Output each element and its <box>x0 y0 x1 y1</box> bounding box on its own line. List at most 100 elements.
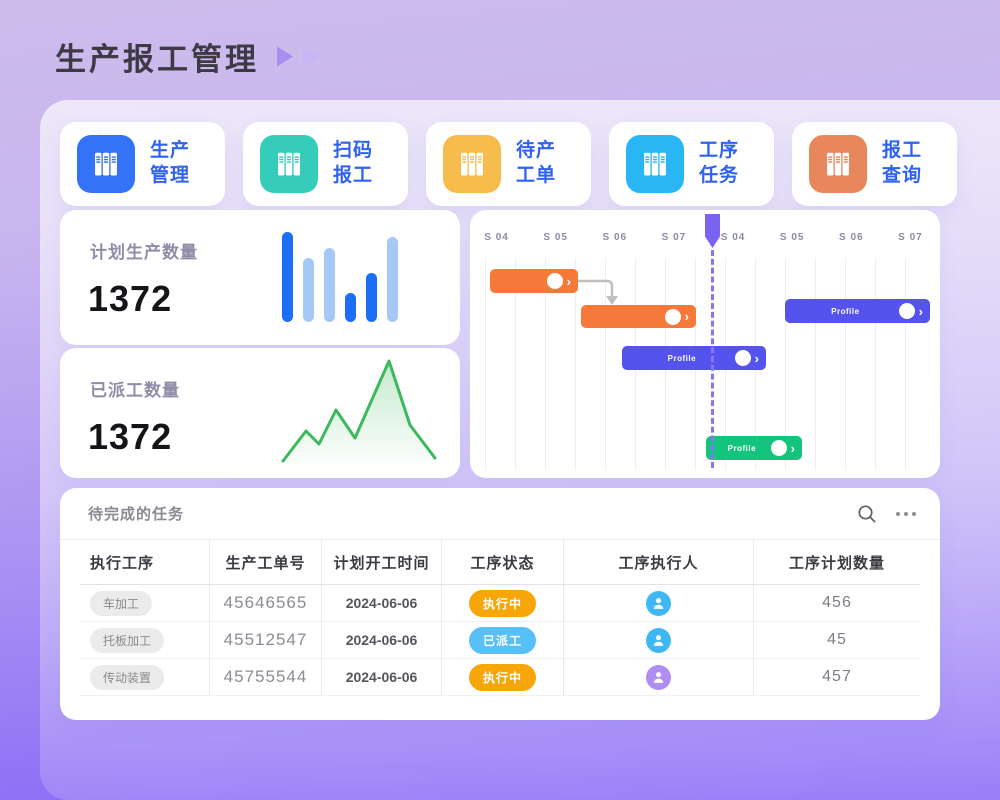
stat-title: 计划生产数量 <box>90 238 198 263</box>
process-badge: 传动装置 <box>90 665 164 690</box>
chevron-right-icon: › <box>685 310 689 323</box>
nav-icon-tile <box>626 135 684 193</box>
gantt-tick-label: S 05 <box>763 232 822 243</box>
nav-card-1[interactable]: 扫码报工 <box>243 122 408 206</box>
person-icon <box>646 628 671 653</box>
nav-label: 扫码报工 <box>333 139 373 188</box>
gantt-bar-label: Profile <box>629 354 735 363</box>
nav-label: 待产工单 <box>516 139 556 188</box>
gantt-tick-label: S 07 <box>881 232 940 243</box>
nav-card-0[interactable]: 生产管理 <box>60 122 225 206</box>
books-icon <box>90 148 122 180</box>
tasks-title: 待完成的任务 <box>88 503 184 524</box>
process-cell: 传动装置 <box>80 659 210 695</box>
status-badge: 已派工 <box>469 627 536 654</box>
dispatched-quantity-card: 已派工数量 1372 <box>60 348 460 478</box>
table-row[interactable]: 托板加工 45512547 2024-06-06 已派工 45 <box>80 622 920 659</box>
start-date-cell: 2024-06-06 <box>322 659 442 695</box>
stat-value: 1372 <box>88 278 172 320</box>
avatar-dot <box>771 440 787 456</box>
gantt-bar-label: Profile <box>792 307 899 316</box>
status-badge: 执行中 <box>469 590 536 617</box>
books-icon <box>639 148 671 180</box>
nav-card-3[interactable]: 工序任务 <box>609 122 774 206</box>
executor-cell <box>564 585 754 621</box>
gantt-timeline: S 04S 05S 06S 07S 04S 05S 06S 07 <box>467 232 940 243</box>
stat-value: 1372 <box>88 416 172 458</box>
avatar-dot <box>665 309 681 325</box>
column-header: 执行工序 <box>80 540 210 584</box>
person-icon <box>646 665 671 690</box>
stat-title: 已派工数量 <box>90 376 180 401</box>
mini-bar-chart <box>282 232 398 322</box>
bar <box>366 273 377 322</box>
tasks-actions <box>856 503 916 525</box>
table-row[interactable]: 传动装置 45755544 2024-06-06 执行中 457 <box>80 659 920 696</box>
nav-label: 工序任务 <box>699 139 739 188</box>
column-header: 工序状态 <box>442 540 564 584</box>
process-badge: 车加工 <box>90 591 152 616</box>
bar <box>282 232 293 322</box>
table-row[interactable]: 车加工 45646565 2024-06-06 执行中 456 <box>80 585 920 622</box>
nav-icon-tile <box>443 135 501 193</box>
status-cell: 执行中 <box>442 585 564 621</box>
bar <box>303 258 314 322</box>
nav-label: 生产管理 <box>150 139 190 188</box>
search-icon[interactable] <box>856 503 878 525</box>
chevron-right-icon: › <box>567 275 571 288</box>
avatar-dot <box>735 350 751 366</box>
column-header: 计划开工时间 <box>322 540 442 584</box>
ellipsis-icon[interactable] <box>896 512 916 516</box>
today-marker-line <box>711 250 714 468</box>
column-header: 工序计划数量 <box>754 540 920 584</box>
chevron-right-icon: › <box>919 305 923 318</box>
avatar-dot <box>899 303 915 319</box>
process-cell: 车加工 <box>80 585 210 621</box>
status-badge: 执行中 <box>469 664 536 691</box>
production-report-dashboard: 生产报工管理 生产管理 扫码报工 待产工单 工序任务 报工查询 计划生产数量 1… <box>0 0 1000 800</box>
main-panel: 生产管理 扫码报工 待产工单 工序任务 报工查询 计划生产数量 1372 已派工… <box>40 100 1000 800</box>
books-icon <box>273 148 305 180</box>
chevron-right-icon: › <box>791 442 795 455</box>
nav-card-4[interactable]: 报工查询 <box>792 122 957 206</box>
gantt-bar-3[interactable]: Profile › <box>622 346 766 370</box>
planned-qty-cell: 457 <box>754 659 920 695</box>
play-arrow-icon <box>303 47 319 67</box>
table-header-row: 执行工序生产工单号计划开工时间工序状态工序执行人工序计划数量 <box>80 540 920 585</box>
planned-qty-cell: 456 <box>754 585 920 621</box>
gantt-bar-2[interactable]: Profile › <box>785 299 930 323</box>
avatar-dot <box>547 273 563 289</box>
bar <box>324 248 335 322</box>
pending-tasks-card: 待完成的任务 执行工序生产工单号计划开工时间工序状态工序执行人工序计划数量 车加… <box>60 488 940 720</box>
gantt-bar-4[interactable]: Profile › <box>706 436 802 460</box>
nav-card-2[interactable]: 待产工单 <box>426 122 591 206</box>
gantt-tick-label: S 05 <box>526 232 585 243</box>
process-cell: 托板加工 <box>80 622 210 658</box>
status-cell: 执行中 <box>442 659 564 695</box>
books-icon <box>456 148 488 180</box>
trend-line-chart <box>278 355 438 465</box>
process-badge: 托板加工 <box>90 628 164 653</box>
order-number-cell: 45646565 <box>210 585 322 621</box>
nav-icon-tile <box>809 135 867 193</box>
gantt-tick-label: S 06 <box>585 232 644 243</box>
planned-quantity-card: 计划生产数量 1372 <box>60 210 460 345</box>
tasks-table: 执行工序生产工单号计划开工时间工序状态工序执行人工序计划数量 车加工 45646… <box>80 540 920 696</box>
page-header: 生产报工管理 <box>55 34 319 79</box>
person-icon <box>646 591 671 616</box>
column-header: 生产工单号 <box>210 540 322 584</box>
books-icon <box>822 148 854 180</box>
start-date-cell: 2024-06-06 <box>322 585 442 621</box>
bar <box>345 293 356 322</box>
play-arrow-icon <box>277 47 293 67</box>
gantt-bar-label: Profile <box>713 444 771 453</box>
gantt-bar-1[interactable]: › <box>581 305 696 328</box>
executor-cell <box>564 659 754 695</box>
nav-icon-tile <box>77 135 135 193</box>
gantt-bar-0[interactable]: › <box>490 269 578 293</box>
executor-cell <box>564 622 754 658</box>
planned-qty-cell: 45 <box>754 622 920 658</box>
gantt-chart-card: S 04S 05S 06S 07S 04S 05S 06S 07 › › Pro… <box>470 210 940 478</box>
column-header: 工序执行人 <box>564 540 754 584</box>
page-title: 生产报工管理 <box>55 34 259 79</box>
